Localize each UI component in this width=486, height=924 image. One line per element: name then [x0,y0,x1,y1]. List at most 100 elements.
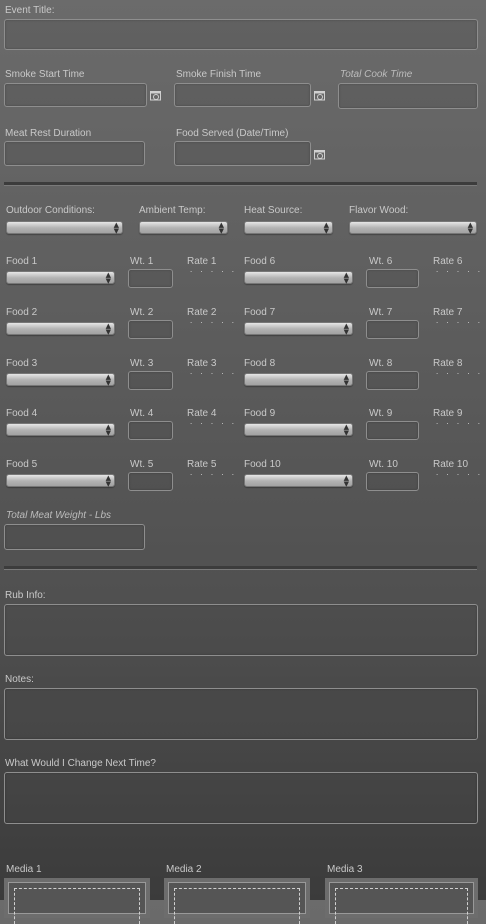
section-divider [4,182,477,186]
media-2-dropzone[interactable] [164,878,310,924]
notes-textarea[interactable] [4,688,478,740]
weight-label: Wt. 7 [369,307,393,318]
chevron-updown-icon: ▲ ▼ [105,271,111,285]
ambient-temp-select[interactable]: ▲ ▼ [139,221,228,235]
food-label: Food 3 [6,358,38,369]
chevron-updown-icon: ▲ ▼ [218,221,224,235]
weight-label: Wt. 1 [130,256,154,267]
weight-label: Wt. 10 [369,459,398,470]
heat-source-label: Heat Source: [244,205,303,216]
event-title-label: Event Title: [5,5,55,16]
weight-label: Wt. 9 [369,408,393,419]
weight-label: Wt. 3 [130,358,154,369]
food-select[interactable]: ▲ ▼ [6,474,115,488]
weight-field[interactable] [128,472,173,491]
rate-label: Rate 5 [187,459,217,470]
chevron-updown-icon: ▲ ▼ [105,423,111,437]
smoke-finish-label: Smoke Finish Time [176,69,262,80]
total-cook-field [338,83,478,109]
smoke-finish-field[interactable] [174,83,311,107]
change-next-label: What Would I Change Next Time? [5,758,156,769]
weight-field[interactable] [128,269,173,288]
food-label: Food 6 [244,256,276,267]
food-served-field[interactable] [174,141,311,166]
weight-field[interactable] [366,371,419,390]
rating-stars[interactable]: · · · · · [190,471,237,479]
chevron-updown-icon: ▲ ▼ [105,322,111,336]
weight-field[interactable] [366,421,419,440]
rating-stars[interactable]: · · · · · [190,319,237,327]
rating-stars[interactable]: · · · · · [436,268,483,276]
chevron-updown-icon: ▲ ▼ [105,373,111,387]
rate-label: Rate 1 [187,256,217,267]
calendar-icon[interactable] [150,90,162,101]
rating-stars[interactable]: · · · · · [190,268,237,276]
food-label: Food 4 [6,408,38,419]
flavor-wood-select[interactable]: ▲ ▼ [349,221,477,235]
chevron-updown-icon: ▲ ▼ [343,322,349,336]
media-3-label: Media 3 [327,864,363,875]
weight-field[interactable] [366,320,419,339]
rate-label: Rate 7 [433,307,463,318]
total-cook-label: Total Cook Time [340,69,413,80]
weight-field[interactable] [128,371,173,390]
food-served-label: Food Served (Date/Time) [176,128,289,139]
food-select[interactable]: ▲ ▼ [6,271,115,285]
smoke-start-field[interactable] [4,83,147,107]
chevron-updown-icon: ▲ ▼ [343,423,349,437]
weight-label: Wt. 4 [130,408,154,419]
food-label: Food 1 [6,256,38,267]
chevron-updown-icon: ▲ ▼ [343,474,349,488]
food-select[interactable]: ▲ ▼ [244,322,353,336]
rating-stars[interactable]: · · · · · [436,370,483,378]
food-select[interactable]: ▲ ▼ [244,474,353,488]
chevron-updown-icon: ▲ ▼ [323,221,329,235]
outdoor-conditions-select[interactable]: ▲ ▼ [6,221,123,235]
media-1-label: Media 1 [6,864,42,875]
rate-label: Rate 3 [187,358,217,369]
event-title-field[interactable] [4,19,478,50]
rate-label: Rate 2 [187,307,217,318]
rating-stars[interactable]: · · · · · [436,420,483,428]
food-select[interactable]: ▲ ▼ [244,271,353,285]
food-label: Food 5 [6,459,38,470]
weight-field[interactable] [128,421,173,440]
outdoor-conditions-label: Outdoor Conditions: [6,205,95,216]
rate-label: Rate 6 [433,256,463,267]
weight-field[interactable] [128,320,173,339]
food-select[interactable]: ▲ ▼ [244,423,353,437]
food-label: Food 9 [244,408,276,419]
weight-field[interactable] [366,472,419,491]
meat-rest-field[interactable] [4,141,145,166]
rate-label: Rate 4 [187,408,217,419]
food-select[interactable]: ▲ ▼ [6,373,115,387]
chevron-updown-icon: ▲ ▼ [467,221,473,235]
media-2-label: Media 2 [166,864,202,875]
chevron-updown-icon: ▲ ▼ [113,221,119,235]
heat-source-select[interactable]: ▲ ▼ [244,221,333,235]
rate-label: Rate 9 [433,408,463,419]
rub-info-textarea[interactable] [4,604,478,656]
media-3-dropzone[interactable] [325,878,478,924]
ambient-temp-label: Ambient Temp: [139,205,206,216]
chevron-updown-icon: ▲ ▼ [343,373,349,387]
calendar-icon[interactable] [314,149,326,160]
food-select[interactable]: ▲ ▼ [244,373,353,387]
food-select[interactable]: ▲ ▼ [6,322,115,336]
food-select[interactable]: ▲ ▼ [6,423,115,437]
rating-stars[interactable]: · · · · · [436,471,483,479]
chevron-updown-icon: ▲ ▼ [343,271,349,285]
weight-field[interactable] [366,269,419,288]
rating-stars[interactable]: · · · · · [190,420,237,428]
weight-label: Wt. 8 [369,358,393,369]
rate-label: Rate 10 [433,459,469,470]
rub-info-label: Rub Info: [5,590,46,601]
rating-stars[interactable]: · · · · · [190,370,237,378]
change-next-textarea[interactable] [4,772,478,824]
food-label: Food 8 [244,358,276,369]
calendar-icon[interactable] [314,90,326,101]
media-1-dropzone[interactable] [4,878,150,924]
meat-rest-label: Meat Rest Duration [5,128,92,139]
food-label: Food 7 [244,307,276,318]
rating-stars[interactable]: · · · · · [436,319,483,327]
